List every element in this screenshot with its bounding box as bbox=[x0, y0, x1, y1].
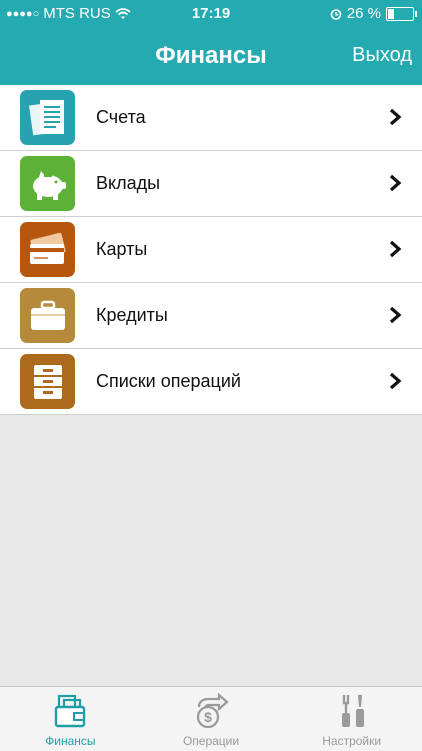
chevron-right-icon bbox=[389, 306, 402, 324]
tab-label: Финансы bbox=[45, 734, 96, 748]
header: ●●●●○ MTS RUS 17:19 26 % Финансы Выход bbox=[0, 0, 422, 85]
menu-item-label: Карты bbox=[96, 239, 148, 259]
menu-item-label: Списки операций bbox=[96, 371, 241, 391]
battery-icon bbox=[386, 6, 417, 21]
piggy-bank-icon bbox=[20, 156, 75, 211]
tab-finances[interactable]: Финансы bbox=[0, 687, 141, 751]
menu-item-label: Кредиты bbox=[96, 305, 168, 325]
briefcase-icon bbox=[20, 288, 75, 343]
menu-item-label: Счета bbox=[96, 107, 146, 127]
cards-icon bbox=[20, 222, 75, 277]
tab-label: Настройки bbox=[322, 734, 382, 748]
tab-settings[interactable]: Настройки bbox=[281, 687, 422, 751]
status-bar: ●●●●○ MTS RUS 17:19 26 % bbox=[0, 0, 422, 28]
chevron-right-icon bbox=[389, 108, 402, 126]
wallet-icon bbox=[55, 694, 86, 728]
menu-item-operations-lists[interactable]: Списки операций bbox=[0, 349, 422, 415]
tab-bar: Финансы $ Операции Настройки bbox=[0, 686, 422, 751]
menu-item-loans[interactable]: Кредиты bbox=[0, 283, 422, 349]
chevron-right-icon bbox=[389, 372, 402, 390]
menu-item-deposits[interactable]: Вклады bbox=[0, 151, 422, 217]
finance-menu-list: Счета Вклады Карты Кредиты Списки операц… bbox=[0, 85, 422, 415]
tab-operations[interactable]: $ Операции bbox=[141, 687, 282, 751]
tab-label: Операции bbox=[182, 734, 240, 748]
chevron-right-icon bbox=[389, 240, 402, 258]
menu-item-cards[interactable]: Карты bbox=[0, 217, 422, 283]
exit-button[interactable]: Выход bbox=[352, 44, 412, 67]
dollar-arrow-icon: $ bbox=[196, 693, 229, 729]
battery-percent: 26 % bbox=[346, 5, 381, 22]
svg-text:$: $ bbox=[204, 709, 212, 725]
accounts-icon bbox=[20, 90, 75, 145]
cabinet-icon bbox=[20, 354, 75, 409]
alarm-icon bbox=[330, 8, 342, 20]
menu-item-accounts[interactable]: Счета bbox=[0, 85, 422, 151]
tools-icon bbox=[341, 695, 364, 727]
chevron-right-icon bbox=[389, 174, 402, 192]
navigation-bar: Финансы Выход bbox=[0, 28, 422, 85]
menu-item-label: Вклады bbox=[96, 173, 161, 193]
